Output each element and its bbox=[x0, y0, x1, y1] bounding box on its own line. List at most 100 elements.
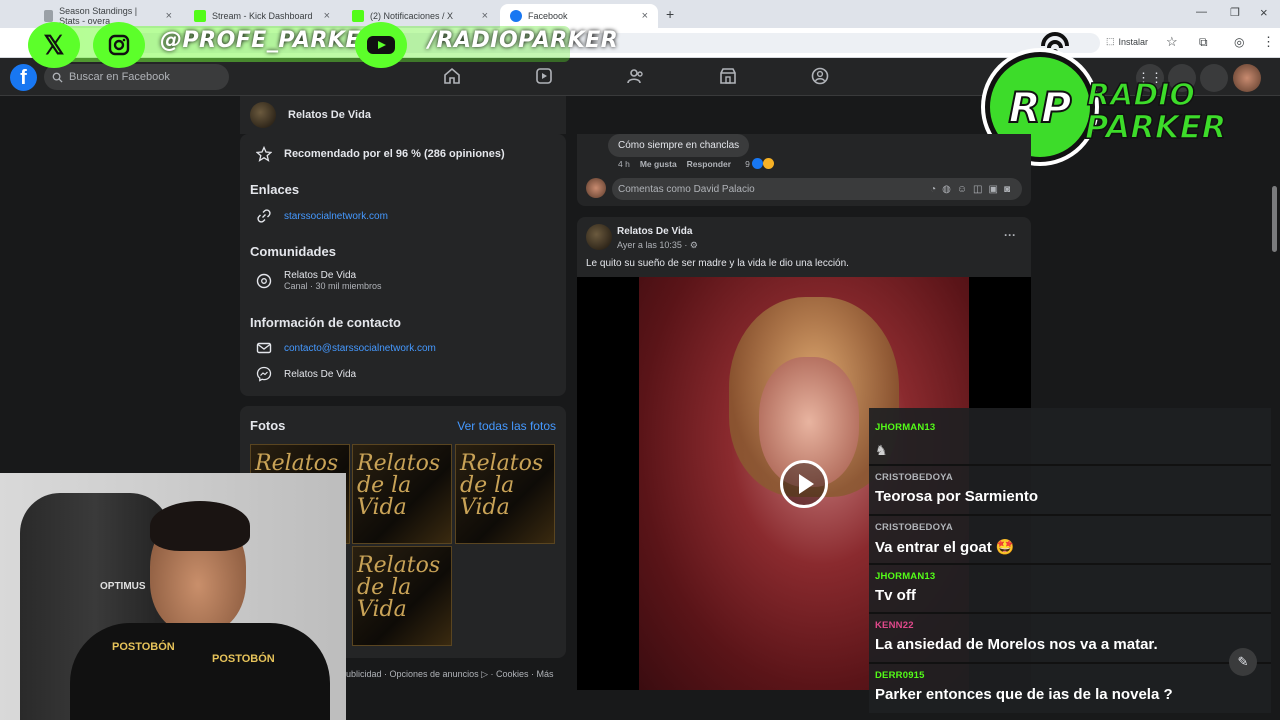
photo-thumbnail[interactable]: Relatos de la Vida bbox=[352, 546, 452, 646]
commenter-avatar bbox=[586, 178, 606, 198]
search-icon bbox=[52, 72, 63, 83]
restore-icon[interactable]: ❐ bbox=[1230, 6, 1240, 19]
photo-thumbnail[interactable]: Relatos de la Vida bbox=[455, 444, 555, 544]
page-scrollbar[interactable] bbox=[1272, 186, 1277, 252]
chat-username: JHORMAN13 bbox=[875, 571, 936, 582]
facebook-favicon-icon bbox=[510, 10, 522, 22]
chat-username: CRISTOBEDOYA bbox=[875, 522, 953, 533]
post-timestamp[interactable]: Ayer a las 10:35 · ⚙ bbox=[617, 240, 698, 251]
home-nav-icon[interactable] bbox=[442, 66, 462, 86]
contact-heading: Información de contacto bbox=[250, 315, 401, 330]
browser-tab-facebook[interactable]: Facebook × bbox=[500, 4, 658, 28]
page-header: Relatos De Vida bbox=[240, 96, 566, 134]
chat-message: KENN22 La ansiedad de Morelos nos va a m… bbox=[869, 614, 1271, 664]
friends-nav-icon[interactable] bbox=[626, 66, 646, 86]
tab-label: Stream - Kick Dashboard bbox=[212, 11, 313, 21]
link-icon bbox=[257, 209, 271, 223]
shirt-brand: POSTOBÓN bbox=[112, 641, 175, 653]
channel-icon bbox=[256, 273, 272, 288]
instagram-social-badge bbox=[93, 22, 145, 68]
logo-mark: RP bbox=[1007, 82, 1072, 133]
logo-word-parker: PARKER bbox=[1084, 107, 1227, 147]
minimize-icon[interactable]: — bbox=[1196, 6, 1207, 18]
post-author[interactable]: Relatos De Vida bbox=[617, 226, 692, 237]
facebook-logo-icon[interactable]: f bbox=[10, 64, 37, 91]
compose-edit-button[interactable]: ✎ bbox=[1229, 648, 1257, 676]
email-icon bbox=[256, 342, 272, 354]
community-members: Canal · 30 mil miembros bbox=[284, 281, 382, 291]
chat-message: CRISTOBEDOYA Va entrar el goat 🤩 bbox=[869, 516, 1271, 565]
tab-close-icon[interactable]: × bbox=[166, 10, 172, 22]
photo-thumbnail[interactable]: Relatos de la Vida bbox=[352, 444, 452, 544]
groups-nav-icon[interactable] bbox=[810, 66, 830, 86]
browser-menu-icon[interactable]: ⋮ bbox=[1262, 34, 1275, 50]
youtube-social-badge bbox=[355, 22, 407, 68]
video-nav-icon[interactable] bbox=[534, 66, 554, 86]
photo-caption: Relatos de la Vida bbox=[357, 553, 441, 622]
facebook-search-input[interactable]: Buscar en Facebook bbox=[44, 64, 229, 90]
page-name[interactable]: Relatos De Vida bbox=[288, 109, 371, 121]
x-logo-icon: 𝕏 bbox=[43, 29, 65, 60]
intro-card: Recomendado por el 96 % (286 opiniones) … bbox=[240, 134, 566, 396]
chat-text: Tv off bbox=[875, 587, 916, 604]
close-window-icon[interactable]: × bbox=[1260, 5, 1268, 20]
chat-message: CRISTOBEDOYA Teorosa por Sarmiento bbox=[869, 466, 1271, 516]
messenger-icon bbox=[256, 366, 272, 382]
marketplace-nav-icon[interactable] bbox=[718, 66, 738, 86]
comment-like-button[interactable]: Me gusta bbox=[640, 159, 677, 169]
chat-emote-icon: ♞ bbox=[875, 442, 888, 458]
youtube-handle-text: /RADIOPARKER bbox=[428, 28, 619, 53]
comment-input-placeholder: Comentas como David Palacio bbox=[618, 183, 755, 195]
stream-chat-overlay: JHORMAN13 ♞ CRISTOBEDOYA Teorosa por Sar… bbox=[869, 408, 1271, 713]
photos-heading: Fotos bbox=[250, 418, 286, 433]
x-handle-text: @PROFE_PARKER bbox=[160, 28, 379, 53]
communities-heading: Comunidades bbox=[250, 244, 336, 259]
new-tab-button[interactable]: + bbox=[666, 6, 674, 22]
chat-text: Parker entonces que de ias de la novela … bbox=[875, 686, 1173, 703]
chair-brand: OPTIMUS bbox=[100, 581, 146, 592]
messenger-name[interactable]: Relatos De Vida bbox=[284, 369, 356, 380]
comment-actions: 4 h Me gusta Responder 9 bbox=[618, 158, 774, 169]
x-favicon-icon bbox=[352, 10, 364, 22]
play-button[interactable] bbox=[780, 460, 828, 508]
post-author-avatar[interactable] bbox=[586, 224, 612, 250]
browser-tabstrip: Season Standings | Stats - overa × Strea… bbox=[0, 0, 1280, 28]
comment-reply-button[interactable]: Responder bbox=[687, 159, 731, 169]
tab-close-icon[interactable]: × bbox=[482, 10, 488, 22]
tab-close-icon[interactable]: × bbox=[642, 10, 648, 22]
chat-username: KENN22 bbox=[875, 620, 914, 631]
webcam-feed: OPTIMUS POSTOBÓN POSTOBÓN bbox=[0, 473, 346, 720]
email-link[interactable]: contacto@starssocialnetwork.com bbox=[284, 343, 436, 354]
chat-username: JHORMAN13 bbox=[875, 422, 936, 433]
chat-text: Teorosa por Sarmiento bbox=[875, 488, 1039, 505]
community-name[interactable]: Relatos De Vida bbox=[284, 270, 382, 281]
comment-time: 4 h bbox=[618, 158, 630, 169]
photo-caption: Relatos de la Vida bbox=[460, 451, 544, 520]
see-all-photos-link[interactable]: Ver todas las fotos bbox=[457, 419, 556, 433]
tab-label: (2) Notificaciones / X bbox=[370, 11, 454, 21]
comment-text: Cómo siempre en chanclas bbox=[618, 140, 740, 151]
tab-label: Facebook bbox=[528, 11, 568, 21]
youtube-logo-icon bbox=[367, 36, 395, 54]
like-reaction-icon bbox=[751, 158, 763, 169]
page-avatar[interactable] bbox=[250, 102, 276, 128]
tab-favicon-icon bbox=[44, 10, 54, 22]
love-reaction-icon bbox=[762, 158, 774, 169]
links-heading: Enlaces bbox=[250, 182, 300, 197]
browser-tab-x[interactable]: (2) Notificaciones / X × bbox=[342, 4, 498, 28]
website-link[interactable]: starssocialnetwork.com bbox=[284, 211, 388, 222]
comment-input[interactable]: Comentas como David Palacio ◔◍☺◫▣◙ bbox=[612, 178, 1022, 200]
x-social-badge: 𝕏 bbox=[28, 22, 80, 68]
search-placeholder: Buscar en Facebook bbox=[69, 71, 170, 83]
chat-username: CRISTOBEDOYA bbox=[875, 472, 953, 483]
browser-tab-kick[interactable]: Stream - Kick Dashboard × bbox=[184, 4, 340, 28]
post-more-button[interactable]: ··· bbox=[1004, 228, 1016, 242]
footer-links[interactable]: ublicidad · Opciones de anuncios ▷ · Coo… bbox=[346, 669, 554, 680]
tab-close-icon[interactable]: × bbox=[324, 10, 330, 22]
shirt-brand-2: POSTOBÓN bbox=[212, 653, 275, 665]
post-text: Le quito su sueño de ser madre y la vida… bbox=[586, 258, 849, 269]
recommendation-text: Recomendado por el 96 % (286 opiniones) bbox=[284, 148, 505, 160]
comment-bubble: Cómo siempre en chanclas bbox=[608, 134, 750, 157]
chat-message: JHORMAN13 ♞ bbox=[869, 416, 1271, 466]
chat-message: JHORMAN13 Tv off bbox=[869, 565, 1271, 614]
